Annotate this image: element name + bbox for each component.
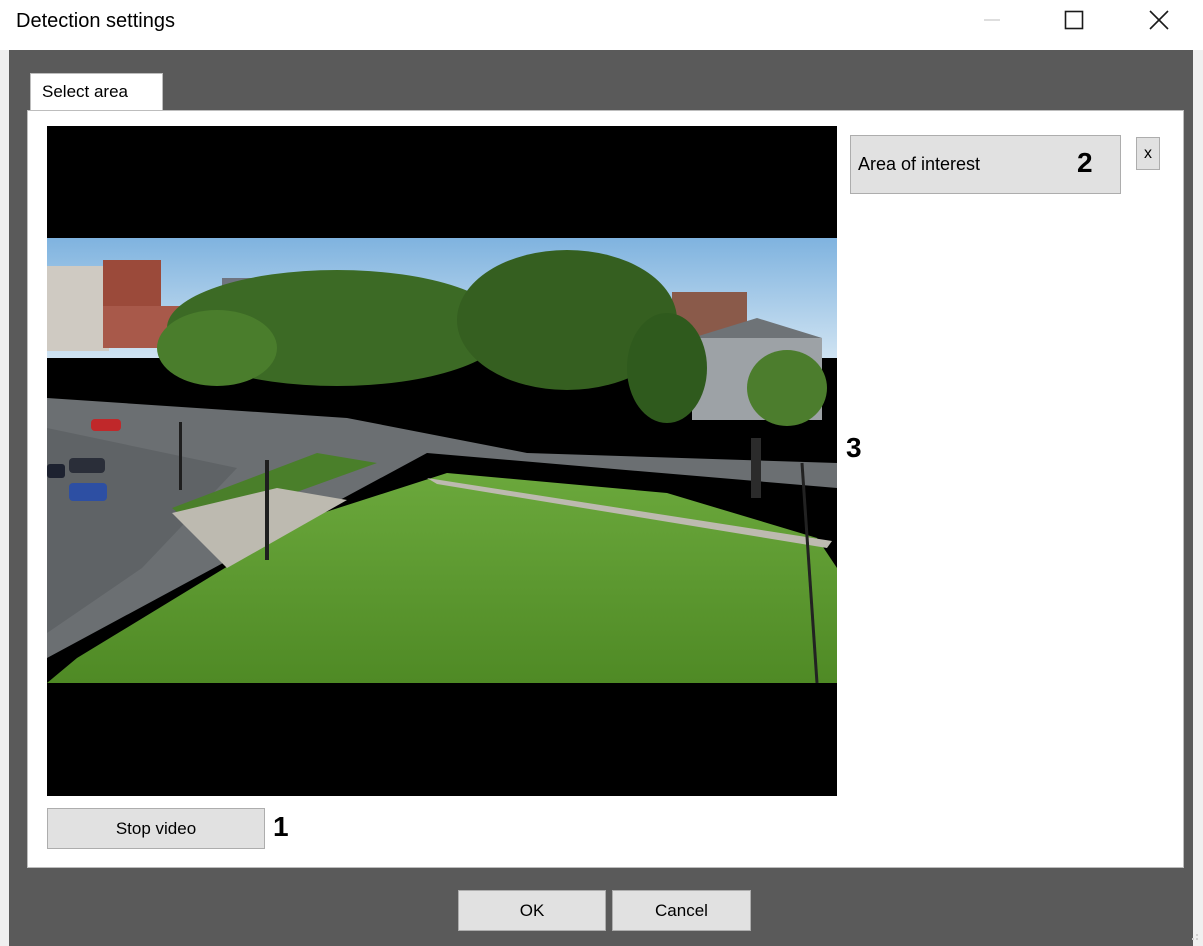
- tab-select-area[interactable]: Select area: [30, 73, 163, 112]
- close-button[interactable]: [1131, 0, 1187, 40]
- close-icon: [1149, 10, 1169, 30]
- callout-1: 1: [273, 811, 289, 842]
- ok-button[interactable]: OK: [458, 890, 606, 931]
- stop-video-button[interactable]: Stop video: [47, 808, 265, 849]
- window-title: Detection settings: [16, 10, 175, 32]
- window-border-right: [1193, 50, 1203, 946]
- maximize-icon: [1064, 10, 1084, 30]
- title-bar: Detection settings: [0, 0, 1203, 50]
- remove-area-button[interactable]: x: [1136, 137, 1160, 170]
- video-frame-image: [47, 238, 837, 683]
- maximize-button[interactable]: [1046, 0, 1102, 40]
- callout-3: 3: [846, 432, 862, 463]
- minimize-button[interactable]: [964, 0, 1020, 40]
- resize-grip-icon[interactable]: [1188, 930, 1200, 942]
- minimize-icon: [984, 19, 1000, 21]
- callout-2: 2: [1077, 147, 1093, 178]
- video-preview[interactable]: [47, 126, 837, 796]
- cancel-button[interactable]: Cancel: [612, 890, 751, 931]
- window-border-left: [0, 50, 9, 946]
